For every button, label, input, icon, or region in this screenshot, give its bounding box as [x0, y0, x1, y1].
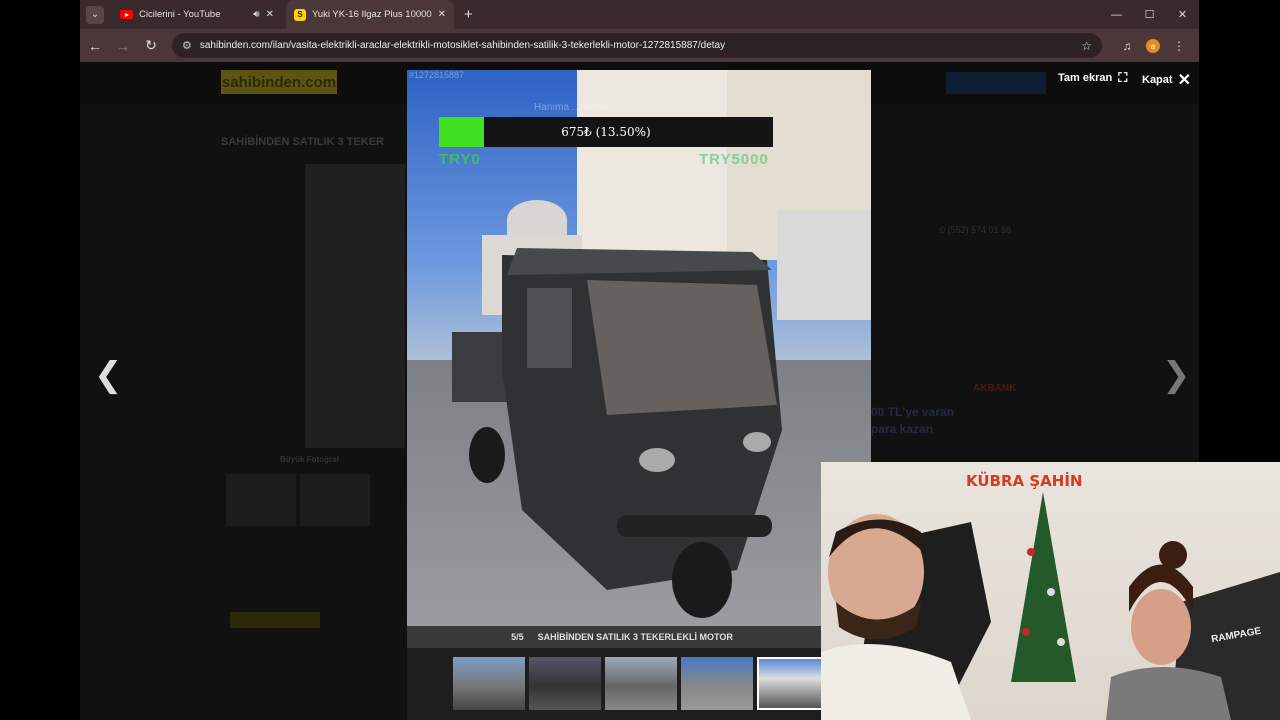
close-tab-icon[interactable]: ✕: [266, 9, 274, 20]
webcam-overlay: KÜBRA ŞAHİN RAMPAGE: [821, 462, 1280, 720]
new-tab-icon[interactable]: +: [464, 6, 473, 23]
listing-title: SAHİBİNDEN SATILIK 3 TEKER: [221, 136, 384, 148]
omnibox[interactable]: ⚙ sahibinden.com/ilan/vasita-elektrikli-…: [172, 33, 1102, 58]
thumbnail-4[interactable]: [681, 657, 753, 710]
thumbnail-5-selected[interactable]: [757, 657, 829, 710]
site-info-icon[interactable]: ⚙: [182, 39, 192, 52]
fullscreen-button[interactable]: Tam ekran ⛶: [1058, 70, 1127, 86]
url-text[interactable]: sahibinden.com/ilan/vasita-elektrikli-ar…: [200, 40, 1081, 51]
listing-id: #1272815887: [409, 70, 465, 80]
seller-phone: 0 (552) 574 01 56: [940, 225, 1012, 235]
gallery-photo[interactable]: Hanıma ... akran #1272815887 675₺ (13.50…: [407, 70, 871, 626]
reload-icon[interactable]: ↻: [138, 33, 164, 59]
window-controls: — ☐ ✕: [1100, 0, 1199, 29]
thumbnail-1[interactable]: [453, 657, 525, 710]
browser-tab-bar: ⌄ Cicilerini - YouTube 🔊︎ ✕ S Yuki YK-16…: [80, 0, 1199, 29]
donation-progress-text: 675₺ (13.50%): [561, 125, 651, 139]
toolbar-right: ♫ a ⋮: [1114, 38, 1192, 54]
bookmark-star-icon[interactable]: ☆: [1081, 39, 1092, 53]
donation-progress-bar: 675₺ (13.50%): [439, 117, 773, 147]
profile-initial: a: [1146, 39, 1160, 54]
address-toolbar: ← → ↻ ⚙ sahibinden.com/ilan/vasita-elekt…: [80, 29, 1199, 62]
thumbnail-3[interactable]: [605, 657, 677, 710]
speaker-icon[interactable]: 🔊︎: [253, 9, 259, 20]
close-window-icon[interactable]: ✕: [1166, 0, 1199, 29]
webcam-scene: [821, 492, 1280, 720]
youtube-icon: [120, 10, 133, 19]
fullscreen-icon: ⛶: [1118, 70, 1128, 85]
tab-title: Cicilerini - YouTube: [139, 9, 221, 20]
thumb-behind-1: [226, 474, 296, 526]
minimize-icon[interactable]: —: [1100, 0, 1133, 29]
thumbnail-strip: [407, 648, 837, 720]
maximize-icon[interactable]: ☐: [1133, 0, 1166, 29]
main-photo-behind: [305, 164, 405, 448]
next-photo-arrow-icon[interactable]: ❯: [1162, 355, 1191, 395]
promo-line-2: para kazan: [871, 422, 934, 436]
photo-caption: SAHİBİNDEN SATILIK 3 TEKERLEKLİ MOTOR: [537, 632, 733, 642]
big-photo-link[interactable]: Büyük Fotoğraf: [280, 455, 339, 464]
avatar[interactable]: a: [1140, 38, 1166, 54]
close-tab-icon[interactable]: ✕: [438, 9, 446, 20]
bank-logo: AKBANK: [973, 383, 1017, 394]
tab-title: Yuki YK-16 Ilgaz Plus 10000 W I: [312, 9, 432, 20]
donation-goal-label: TRY5000: [699, 151, 769, 168]
tab-search-button[interactable]: ⌄: [86, 5, 104, 24]
tab-youtube[interactable]: Cicilerini - YouTube 🔊︎ ✕: [112, 0, 282, 29]
prev-photo-arrow-icon[interactable]: ❮: [94, 355, 123, 395]
overlay-faint-text: Hanıma ... akran: [534, 102, 608, 113]
close-lightbox-button[interactable]: Kapat ✕: [1142, 70, 1191, 90]
forward-icon[interactable]: →: [110, 33, 136, 59]
post-ad-button[interactable]: [946, 72, 1046, 94]
fullscreen-label: Tam ekran: [1058, 72, 1113, 84]
close-icon: ✕: [1177, 72, 1191, 89]
media-control-icon[interactable]: ♫: [1114, 39, 1140, 53]
photo-counter: 5/5: [511, 632, 524, 642]
site-logo[interactable]: sahibinden.com: [221, 70, 337, 94]
tab-details-behind: [230, 612, 320, 628]
sahibinden-favicon-icon: S: [294, 8, 306, 21]
menu-kebab-icon[interactable]: ⋮: [1166, 39, 1192, 53]
photo-caption-bar: 5/5 SAHİBİNDEN SATILIK 3 TEKERLEKLİ MOTO…: [407, 626, 837, 648]
thumbnail-2[interactable]: [529, 657, 601, 710]
back-icon[interactable]: ←: [82, 33, 108, 59]
close-label: Kapat: [1142, 74, 1173, 86]
tab-sahibinden[interactable]: S Yuki YK-16 Ilgaz Plus 10000 W I ✕: [286, 0, 454, 29]
donation-start-label: TRY0: [439, 151, 481, 168]
thumb-behind-2: [300, 474, 370, 526]
promo-line-1: 00 TL'ye varan: [871, 405, 954, 419]
